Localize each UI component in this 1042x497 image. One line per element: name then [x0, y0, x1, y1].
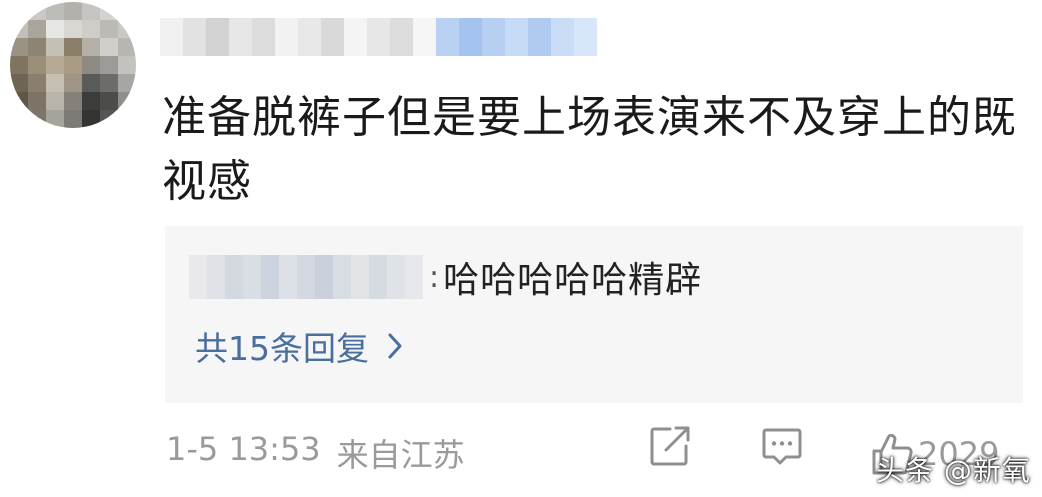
location: 来自江苏: [336, 436, 465, 474]
chevron-right-icon: [388, 333, 402, 359]
timestamp: 1-5 13:53: [166, 430, 321, 468]
comment-text: 准备脱裤子但是要上场表演来不及穿上的既视感: [162, 92, 1017, 207]
view-replies-label: 共15条回复: [195, 329, 369, 368]
reply-text: 哈哈哈哈哈精辟: [443, 260, 703, 301]
share-icon: [650, 426, 690, 466]
reply-line: : 哈哈哈哈哈精辟: [189, 254, 703, 301]
comment-icon: [762, 428, 802, 465]
reply-username-blurred[interactable]: [189, 255, 423, 299]
comment-meta: 1-5 13:53 来自江苏: [166, 430, 465, 476]
username-blurred[interactable]: [160, 18, 597, 56]
reply-separator: :: [429, 259, 440, 295]
source-watermark: 头条 @新氧: [876, 454, 1031, 487]
avatar[interactable]: [10, 2, 136, 128]
view-replies-link[interactable]: 共15条回复: [195, 322, 403, 370]
comment-card: 准备脱裤子但是要上场表演来不及穿上的既视感 : 哈哈哈哈哈精辟 共15条回复 1…: [0, 0, 1042, 497]
reply-button[interactable]: [760, 424, 804, 484]
share-button[interactable]: [648, 424, 692, 484]
reply-preview[interactable]: : 哈哈哈哈哈精辟 共15条回复: [165, 226, 1023, 403]
